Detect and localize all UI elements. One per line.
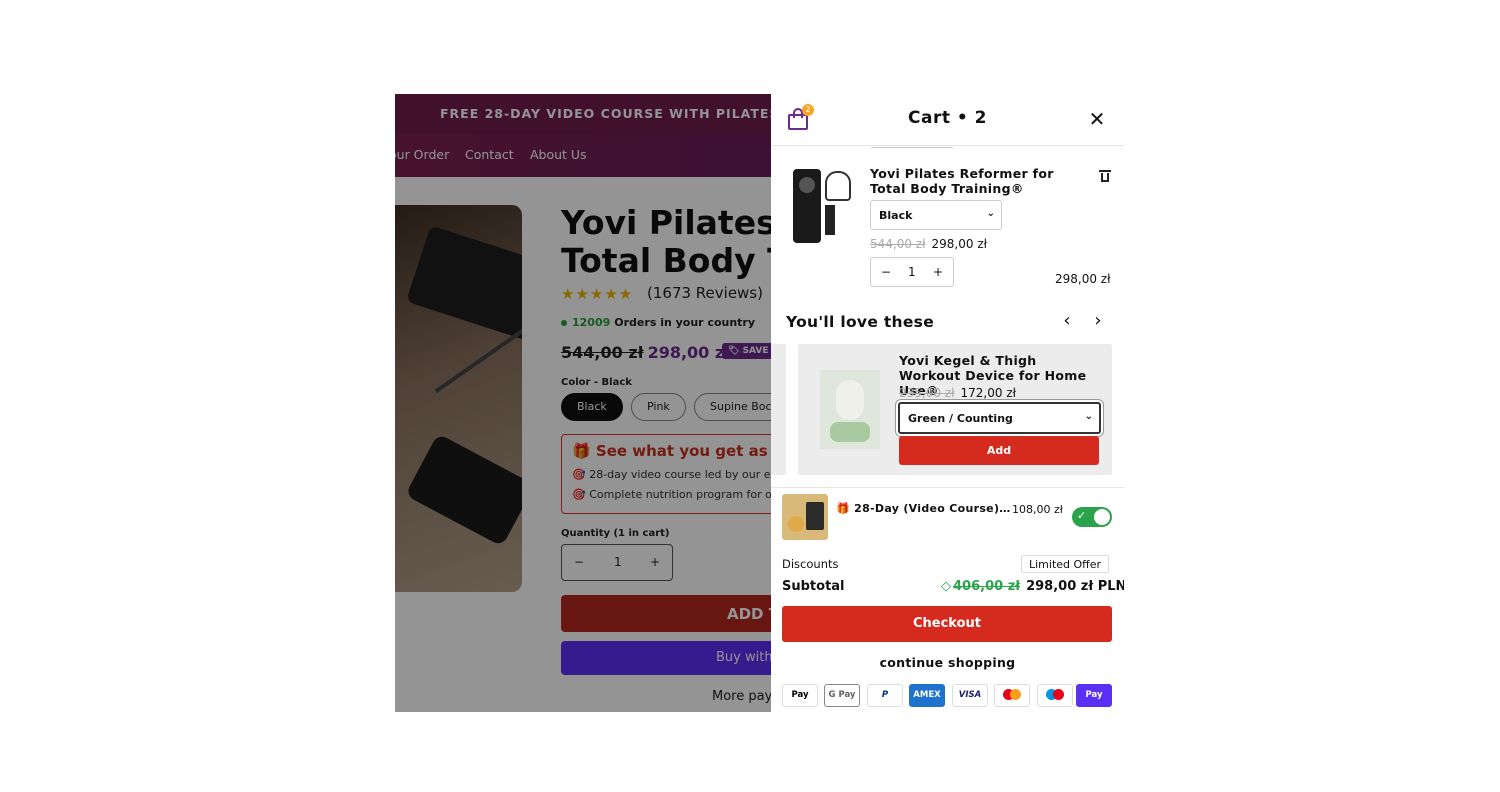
- cart-drawer: 2 Cart • 2 ✕ Yovi Pilates Reformer for T…: [771, 94, 1124, 712]
- chevron-down-icon: ⌄: [1084, 411, 1093, 422]
- cart-title: Cart • 2: [908, 108, 987, 128]
- browser-viewport: FREE 28-DAY VIDEO COURSE WITH PILATES BO…: [395, 94, 1124, 712]
- recommendation-price: 235,00 zł 172,00 zł: [899, 386, 1016, 400]
- chevron-right-icon[interactable]: ›: [1089, 311, 1107, 331]
- chevron-left-icon[interactable]: ‹: [1058, 311, 1076, 331]
- cart-item-variant-select[interactable]: Black ⌄: [870, 200, 1002, 230]
- minus-icon[interactable]: −: [881, 265, 891, 279]
- price-new: 298,00 zł: [931, 237, 988, 251]
- cart-quantity-value[interactable]: 1: [908, 265, 916, 279]
- variant-value: Green / Counting: [908, 412, 1013, 425]
- recommendation-slide-prev: [771, 344, 786, 475]
- add-recommendation-button[interactable]: Add: [899, 436, 1099, 465]
- recommendation-card: Yovi Kegel & Thigh Workout Device for Ho…: [798, 344, 1112, 475]
- paypal-icon: P: [867, 684, 903, 707]
- trash-icon[interactable]: [1099, 168, 1111, 182]
- apple-pay-label: Pay: [791, 690, 809, 700]
- cart-header: 2 Cart • 2 ✕: [771, 94, 1124, 146]
- price-old: 544,00 zł: [870, 237, 926, 251]
- cart-item-price: 544,00 zł 298,00 zł: [870, 237, 987, 251]
- cart-item-image: [789, 165, 854, 245]
- tag-icon: ◇: [941, 579, 951, 594]
- upsell-name: 🎁 28-Day (Video Course) Training & Nutri…: [836, 502, 1014, 515]
- limited-offer-badge: Limited Offer: [1021, 555, 1110, 573]
- chevron-down-icon: ⌄: [986, 208, 995, 219]
- apple-pay-icon: Pay: [782, 684, 818, 707]
- price-new: 172,00 zł: [960, 386, 1017, 400]
- plus-icon[interactable]: +: [933, 265, 943, 279]
- upsell-toggle[interactable]: ✓: [1072, 507, 1112, 527]
- mastercard-icon: [994, 684, 1030, 707]
- check-icon: ✓: [1077, 509, 1087, 522]
- subtotal-price: ◇ 406,00 zł 298,00 zł PLN: [941, 579, 1124, 594]
- checkout-button[interactable]: Checkout: [782, 606, 1112, 642]
- shop-pay-icon: Pay: [1076, 684, 1112, 707]
- maestro-icon: [1037, 684, 1073, 707]
- upsell-price: 108,00 zł: [1012, 503, 1063, 516]
- price-old: 235,00 zł: [899, 386, 955, 400]
- recommendations-heading: You'll love these: [786, 313, 935, 331]
- amex-icon: AMEX: [909, 684, 945, 707]
- discounts-label: Discounts: [782, 557, 839, 571]
- cart-quantity-stepper: − 1 +: [870, 257, 954, 287]
- close-icon[interactable]: ✕: [1087, 109, 1107, 129]
- subtotal-old: 406,00 zł: [953, 579, 1021, 594]
- google-pay-icon: G Pay: [824, 684, 860, 707]
- upsell-image: [782, 494, 828, 540]
- divider: [771, 487, 1124, 488]
- variant-value: Black: [879, 209, 913, 222]
- cart-item-name[interactable]: Yovi Pilates Reformer for Total Body Tra…: [870, 166, 1080, 196]
- previous-item-edge: [871, 146, 953, 148]
- visa-icon: VISA: [952, 684, 988, 707]
- continue-shopping-link[interactable]: continue shopping: [771, 655, 1124, 670]
- subtotal-new: 298,00 zł PLN: [1026, 579, 1124, 594]
- recommendation-variant-select[interactable]: Green / Counting ⌄: [898, 402, 1101, 434]
- recommendation-image[interactable]: [820, 370, 880, 449]
- cart-line-total: 298,00 zł: [1055, 272, 1111, 286]
- subtotal-label: Subtotal: [782, 579, 845, 594]
- payment-methods: Pay G Pay P AMEX VISA Pay: [782, 684, 1112, 708]
